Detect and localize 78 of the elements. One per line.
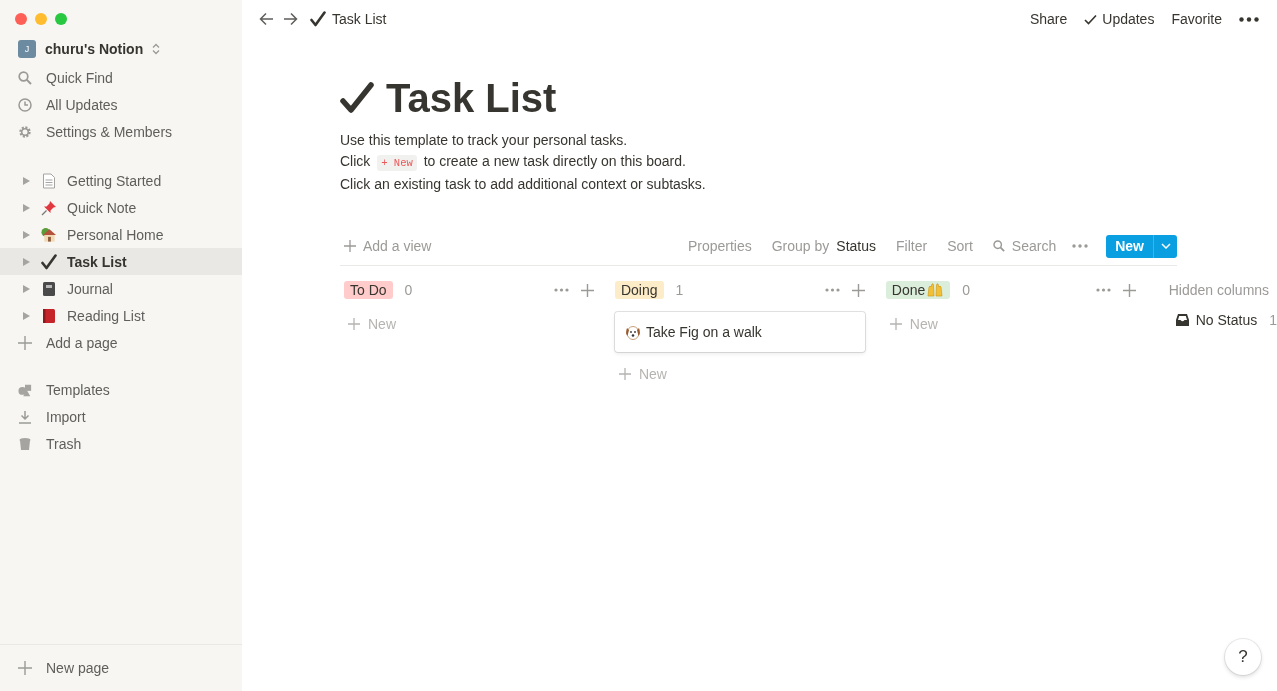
status-tag: Done xyxy=(885,281,951,299)
topbar-button[interactable]: Share xyxy=(1025,11,1072,27)
checkmark-icon xyxy=(340,82,374,114)
dog-icon xyxy=(624,324,641,340)
window-minimize-button[interactable] xyxy=(35,13,47,25)
sidebar-tool[interactable]: Templates xyxy=(0,376,242,403)
description-line: Click + New to create a new task directly on this board. xyxy=(340,152,687,173)
sidebar-action[interactable]: All Updates xyxy=(0,91,242,118)
document-icon xyxy=(41,172,57,189)
sidebar-action[interactable]: Settings & Members xyxy=(0,118,242,145)
expand-triangle-icon xyxy=(23,284,30,293)
sidebar-page[interactable]: Personal Home xyxy=(0,221,242,248)
hidden-columns-label: Hidden columns xyxy=(1168,281,1271,300)
notebook-icon xyxy=(41,280,57,297)
page-title: Task List xyxy=(386,75,557,122)
checkmark-icon xyxy=(1084,13,1098,25)
sidebar-tool[interactable]: Trash xyxy=(0,430,242,457)
topbar-button[interactable]: Favorite xyxy=(1167,11,1226,27)
expand-triangle-icon xyxy=(23,311,30,320)
status-tag: Doing xyxy=(614,281,664,299)
search-icon xyxy=(992,240,1005,252)
book-icon xyxy=(41,307,57,324)
breadcrumb[interactable]: Task List xyxy=(310,11,387,27)
forward-arrow-icon[interactable] xyxy=(283,12,298,26)
expand-triangle-icon xyxy=(23,230,30,239)
expand-triangle-icon xyxy=(23,176,30,185)
sidebar-tool[interactable]: Import xyxy=(0,403,242,430)
plus-icon[interactable] xyxy=(851,283,865,297)
window-zoom-button[interactable] xyxy=(55,13,67,25)
raised-hands-icon xyxy=(926,283,945,297)
plus-icon[interactable] xyxy=(1122,283,1136,297)
plus-icon xyxy=(344,240,356,252)
column-count: 0 xyxy=(404,282,413,298)
checkmark-icon xyxy=(310,11,326,27)
sidebar-page[interactable]: Quick Note xyxy=(0,194,242,221)
shapes-icon xyxy=(18,382,32,397)
column-count: 1 xyxy=(675,282,684,298)
settings-icon xyxy=(18,124,32,139)
house-icon xyxy=(41,226,57,243)
task-card[interactable]: Take Fig on a walk xyxy=(614,312,865,352)
hidden-column-item[interactable]: No Status 1 xyxy=(1168,312,1277,328)
sidebar-page[interactable]: Task List xyxy=(0,248,242,275)
plus-icon xyxy=(889,318,902,330)
checkmark-icon xyxy=(41,253,57,270)
sidebar-page[interactable]: Getting Started xyxy=(0,167,242,194)
search-icon xyxy=(18,70,32,85)
new-dropdown-button[interactable] xyxy=(1153,234,1177,258)
sidebar-action[interactable]: Quick Find xyxy=(0,64,242,91)
more-icon[interactable] xyxy=(1239,16,1259,22)
description-line: Click an existing task to add additional context or subtasks. xyxy=(340,175,707,194)
expand-triangle-icon xyxy=(23,257,30,266)
trash-icon xyxy=(18,436,32,451)
add-page-button[interactable]: Add a page xyxy=(0,329,242,356)
caret-icon xyxy=(1160,243,1171,249)
pushpin-icon xyxy=(41,199,57,216)
group-by-button[interactable]: Group by Status xyxy=(771,238,877,254)
clock-icon xyxy=(18,97,32,112)
sidebar-page[interactable]: Reading List xyxy=(0,302,242,329)
chevron-updown-icon xyxy=(152,43,161,55)
plus-icon xyxy=(18,661,32,675)
sidebar-page[interactable]: Journal xyxy=(0,275,242,302)
status-tag: To Do xyxy=(344,281,393,299)
download-icon xyxy=(18,409,32,424)
new-page-button[interactable]: New page xyxy=(0,644,242,691)
help-button[interactable]: ? xyxy=(1225,639,1261,675)
topbar-button[interactable]: Updates xyxy=(1080,11,1159,27)
plus-icon xyxy=(618,368,631,380)
back-arrow-icon[interactable] xyxy=(259,12,274,26)
expand-triangle-icon xyxy=(23,203,30,212)
plus-icon xyxy=(18,335,32,350)
inbox-icon xyxy=(1174,313,1190,327)
workspace-avatar: J xyxy=(18,40,36,58)
window-close-button[interactable] xyxy=(15,13,27,25)
workspace-switcher[interactable]: J churu's Notion xyxy=(0,25,242,64)
plus-icon xyxy=(348,318,360,330)
column-count: 0 xyxy=(962,282,971,298)
plus-icon[interactable] xyxy=(580,283,594,297)
description-line: Use this template to track your personal tasks. xyxy=(340,131,629,150)
